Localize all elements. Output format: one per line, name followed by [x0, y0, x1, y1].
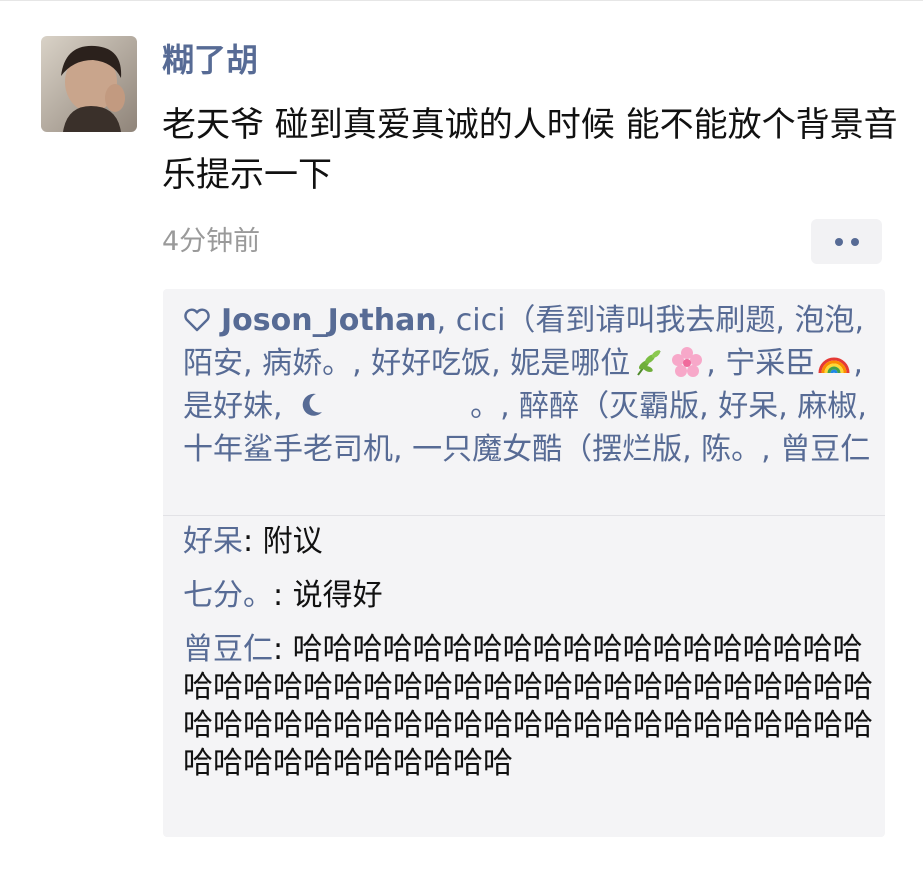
comment-text: 附议 [262, 524, 323, 559]
post-timestamp: 4分钟前 [162, 226, 261, 257]
separator: , [436, 303, 456, 338]
comment-author[interactable]: 七分。 [183, 578, 273, 613]
separator: , [761, 432, 781, 467]
liker-name[interactable]: 麻椒 [797, 389, 857, 424]
avatar[interactable] [41, 36, 137, 132]
separator: , [699, 389, 719, 424]
liker-name[interactable]: 泡泡 [795, 303, 855, 338]
post-username[interactable]: 糊了胡 [162, 38, 258, 82]
separator: , [778, 389, 798, 424]
liker-name[interactable]: 好呆 [718, 389, 778, 424]
comment-separator: : [273, 632, 293, 667]
top-divider [0, 0, 923, 1]
separator: , [273, 389, 293, 424]
liker-name[interactable]: 是好妹 [183, 389, 273, 424]
liker-name[interactable]: 好好吃饭 [371, 346, 491, 381]
comment-author[interactable]: 好呆 [183, 524, 243, 559]
liker-name[interactable]: 妮是哪位 [510, 346, 630, 381]
likes-comments-divider [163, 515, 885, 516]
avatar-photo [41, 36, 137, 132]
comment-item[interactable]: 好呆: 附议 [183, 523, 873, 561]
separator: , [352, 346, 372, 381]
separator: , [706, 346, 726, 381]
comment-item[interactable]: 七分。: 说得好 [183, 577, 873, 615]
more-dots-icon [850, 237, 859, 246]
comment-separator: : [243, 524, 263, 559]
cherry-blossom-emoji-icon [672, 347, 703, 377]
liker-name[interactable]: 醉醉（灭霸版 [519, 389, 699, 424]
liker-name[interactable]: 病娇。 [262, 346, 352, 381]
separator: , [854, 303, 865, 338]
liker-name[interactable]: 陌安 [183, 346, 243, 381]
liker-name[interactable]: 宁采臣 [725, 346, 815, 381]
liker-name[interactable]: 陈。 [701, 432, 761, 467]
crescent-moon-emoji-icon [302, 393, 323, 416]
comment-separator: : [273, 578, 293, 613]
separator: , [491, 346, 511, 381]
post-text: 老天爷 碰到真爱真诚的人时候 能不能放个背景音乐提示一下 [162, 105, 898, 195]
separator: , [682, 432, 702, 467]
liker-name[interactable]: cici（看到请叫我去刷题 [456, 303, 776, 338]
separator: , [243, 346, 263, 381]
comment-author[interactable]: 曾豆仁 [183, 632, 273, 667]
rainbow-emoji-icon [818, 357, 850, 374]
separator: , [775, 303, 795, 338]
liker-name[interactable]: Joson_Jothan [221, 303, 437, 338]
separator: , [500, 389, 520, 424]
separator: , [853, 346, 863, 381]
more-button[interactable] [811, 219, 882, 264]
separator: 。 [470, 389, 501, 424]
separator: , [857, 389, 867, 424]
herb-emoji-icon [637, 350, 661, 376]
heart-outline-icon [184, 308, 210, 332]
separator: , [393, 432, 413, 467]
liker-name[interactable]: 曾豆仁 [780, 432, 870, 467]
comment-item[interactable]: 曾豆仁: 哈哈哈哈哈哈哈哈哈哈哈哈哈哈哈哈哈哈哈哈哈哈哈哈哈哈哈哈哈哈哈哈哈哈哈… [183, 631, 873, 783]
more-dots-icon [834, 237, 843, 246]
liker-name[interactable]: 一只魔女酷（摆烂版 [412, 432, 682, 467]
likes-list: Joson_Jothan, cici（看到请叫我去刷题, 泡泡, 陌安, 病娇。… [183, 299, 873, 471]
interaction-panel: Joson_Jothan, cici（看到请叫我去刷题, 泡泡, 陌安, 病娇。… [163, 289, 885, 837]
comment-text: 说得好 [292, 578, 383, 613]
liker-name[interactable]: 十年鲨手老司机 [183, 432, 393, 467]
